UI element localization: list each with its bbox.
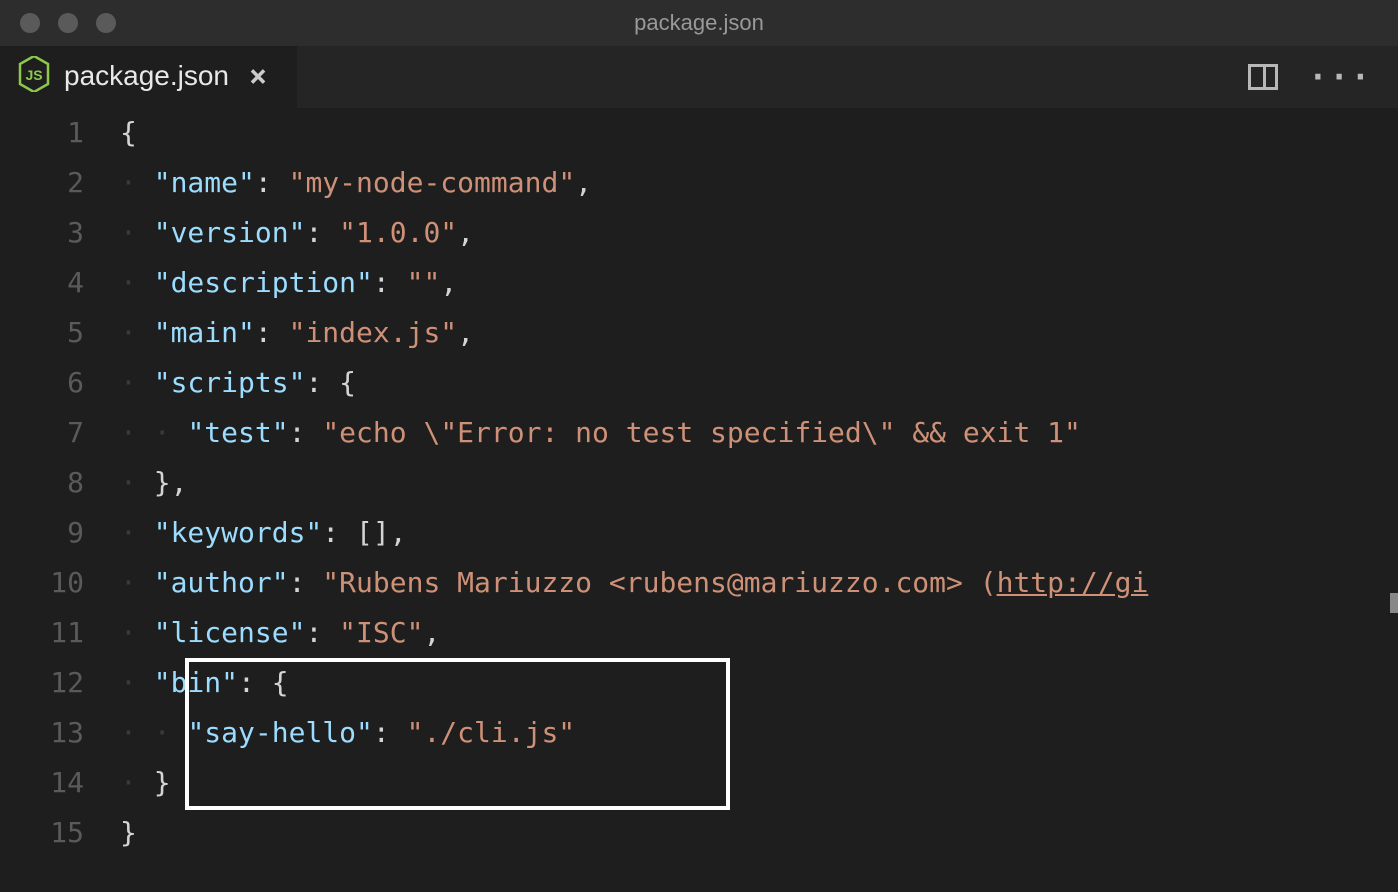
line-number: 8 [0,458,84,508]
code-line[interactable]: · · "say-hello": "./cli.js" [120,708,1398,758]
code-editor[interactable]: 123456789101112131415 {· "name": "my-nod… [0,108,1398,892]
tab-label: package.json [64,60,229,92]
line-number: 9 [0,508,84,558]
close-tab-button[interactable]: × [243,59,273,94]
code-line[interactable]: { [120,108,1398,158]
line-number: 3 [0,208,84,258]
line-number-gutter: 123456789101112131415 [0,108,120,892]
editor-actions: ··· [1248,46,1398,108]
maximize-window-button[interactable] [96,13,116,33]
code-line[interactable]: · "description": "", [120,258,1398,308]
line-number: 12 [0,658,84,708]
svg-text:JS: JS [25,67,42,83]
window-controls [0,13,116,33]
minimize-window-button[interactable] [58,13,78,33]
window-title: package.json [634,10,764,36]
nodejs-icon: JS [18,56,50,96]
code-line[interactable]: · } [120,758,1398,808]
code-line[interactable]: · "version": "1.0.0", [120,208,1398,258]
line-number: 6 [0,358,84,408]
line-number: 13 [0,708,84,758]
line-number: 10 [0,558,84,608]
code-content[interactable]: {· "name": "my-node-command",· "version"… [120,108,1398,892]
line-number: 11 [0,608,84,658]
line-number: 2 [0,158,84,208]
overview-ruler-marker [1390,593,1398,613]
line-number: 5 [0,308,84,358]
more-actions-icon[interactable]: ··· [1308,58,1372,96]
line-number: 4 [0,258,84,308]
line-number: 1 [0,108,84,158]
code-line[interactable]: } [120,808,1398,858]
line-number: 14 [0,758,84,808]
tab-bar: JS package.json × ··· [0,46,1398,108]
split-editor-icon[interactable] [1248,64,1278,90]
code-line[interactable]: · "name": "my-node-command", [120,158,1398,208]
line-number: 15 [0,808,84,858]
code-line[interactable]: · "bin": { [120,658,1398,708]
code-line[interactable]: · · "test": "echo \"Error: no test speci… [120,408,1398,458]
code-line[interactable]: · "main": "index.js", [120,308,1398,358]
code-line[interactable]: · "author": "Rubens Mariuzzo <rubens@mar… [120,558,1398,608]
tab-package-json[interactable]: JS package.json × [0,46,297,108]
close-window-button[interactable] [20,13,40,33]
code-line[interactable]: · }, [120,458,1398,508]
code-line[interactable]: · "keywords": [], [120,508,1398,558]
code-line[interactable]: · "license": "ISC", [120,608,1398,658]
window-titlebar: package.json [0,0,1398,46]
code-line[interactable]: · "scripts": { [120,358,1398,408]
line-number: 7 [0,408,84,458]
